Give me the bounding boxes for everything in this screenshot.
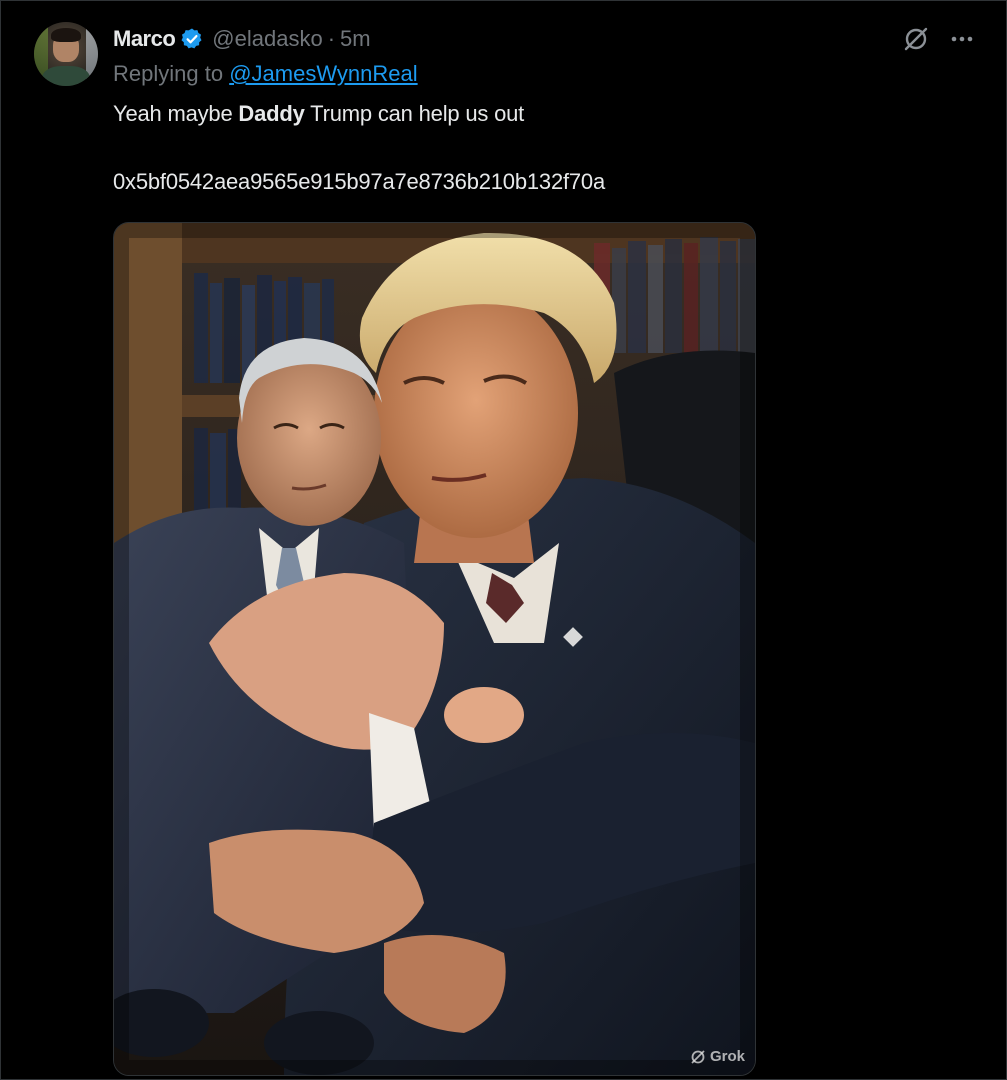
avatar-hair bbox=[51, 28, 81, 42]
verified-badge-icon bbox=[180, 27, 204, 51]
replying-to: Replying to @JamesWynnReal bbox=[113, 61, 418, 87]
grok-watermark-label: Grok bbox=[709, 1048, 745, 1065]
ai-generated-image bbox=[114, 223, 755, 1075]
avatar-body bbox=[42, 66, 90, 86]
tweet-text-part: Yeah maybe bbox=[113, 101, 239, 126]
tweet-actions-top bbox=[902, 25, 976, 53]
display-name[interactable]: Marco bbox=[113, 26, 176, 52]
separator-dot: · bbox=[327, 26, 336, 51]
handle[interactable]: @eladasko bbox=[212, 26, 322, 52]
tweet-header: Marco @eladasko · 5m bbox=[113, 23, 371, 55]
replying-to-link[interactable]: @JamesWynnReal bbox=[229, 61, 417, 86]
tweet-text-part: Trump can help us out bbox=[304, 101, 525, 126]
grok-watermark: Grok bbox=[690, 1048, 745, 1065]
grok-logo-icon bbox=[690, 1049, 706, 1065]
tweet-text: Yeah maybe Daddy Trump can help us out bbox=[113, 101, 524, 127]
wallet-address: 0x5bf0542aea9565e915b97a7e8736b210b132f7… bbox=[113, 169, 606, 194]
replying-to-label: Replying to bbox=[113, 61, 224, 86]
timestamp[interactable]: 5m bbox=[340, 26, 371, 52]
tweet-frame: Marco @eladasko · 5m Replying to @JamesW… bbox=[0, 0, 1007, 1080]
more-icon[interactable] bbox=[948, 25, 976, 53]
tweet-text-bold: Daddy bbox=[238, 101, 305, 126]
tweet-media-image[interactable]: Grok bbox=[113, 222, 756, 1076]
grok-icon[interactable] bbox=[902, 25, 930, 53]
tweet[interactable]: Marco @eladasko · 5m Replying to @JamesW… bbox=[1, 1, 1006, 1079]
avatar[interactable] bbox=[34, 22, 98, 86]
